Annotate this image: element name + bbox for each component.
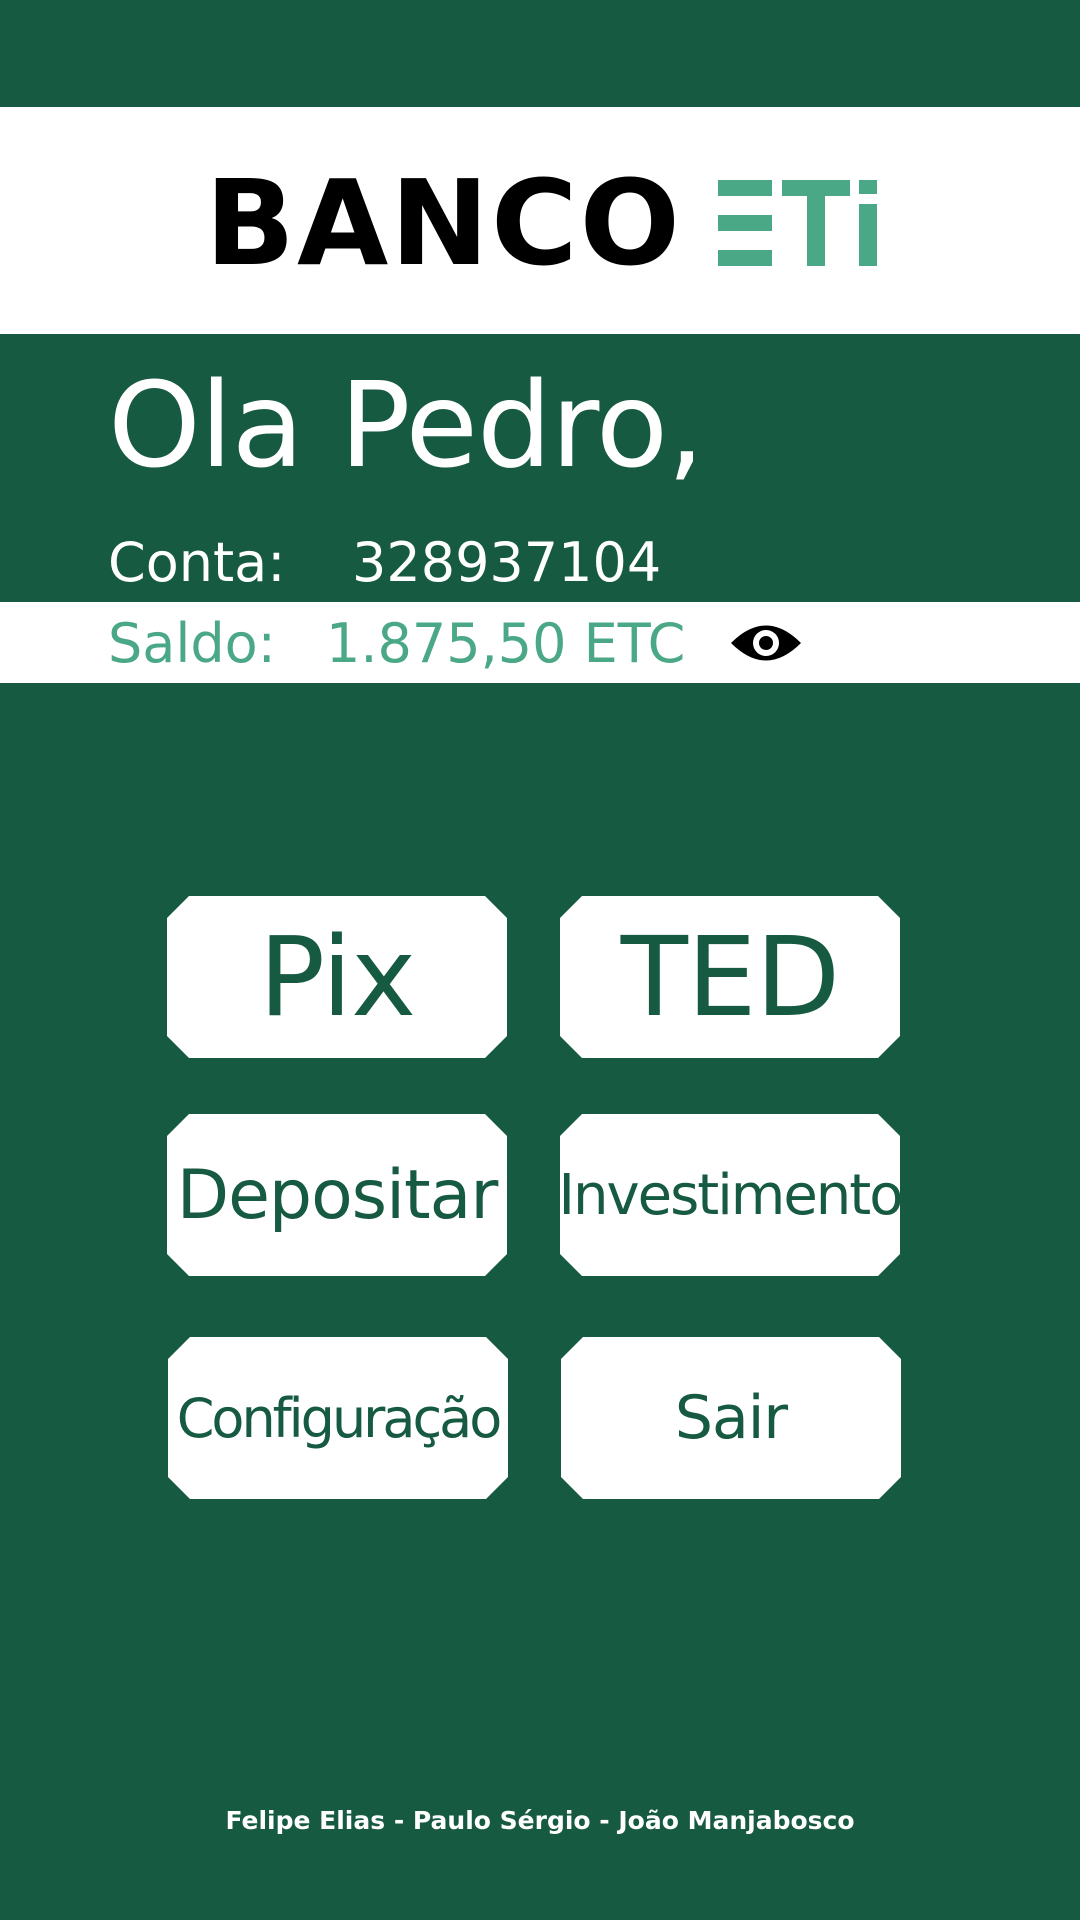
balance-row: Saldo: 1.875,50 ETC [108, 608, 803, 678]
account-label: Conta: [108, 530, 286, 594]
account-row: Conta: 328937104 [108, 527, 661, 597]
configuracao-button[interactable]: Configuração [168, 1337, 508, 1499]
pix-button[interactable]: Pix [167, 896, 507, 1058]
greeting-title: Ola Pedro, [108, 356, 705, 494]
logo-text: BANCO [205, 154, 682, 292]
sair-button[interactable]: Sair [561, 1337, 901, 1499]
eye-icon[interactable] [729, 618, 803, 668]
balance-label: Saldo: [108, 611, 276, 675]
bank-logo: BANCO [205, 164, 880, 282]
logo-eti-mark [717, 180, 877, 266]
footer-credits: Felipe Elias - Paulo Sérgio - João Manja… [225, 1806, 855, 1835]
account-number: 328937104 [352, 530, 662, 594]
balance-value: 1.875,50 ETC [326, 611, 686, 675]
depositar-button[interactable]: Depositar [167, 1114, 507, 1276]
ted-button[interactable]: TED [560, 896, 900, 1058]
investimento-button[interactable]: Investimento [560, 1114, 900, 1276]
